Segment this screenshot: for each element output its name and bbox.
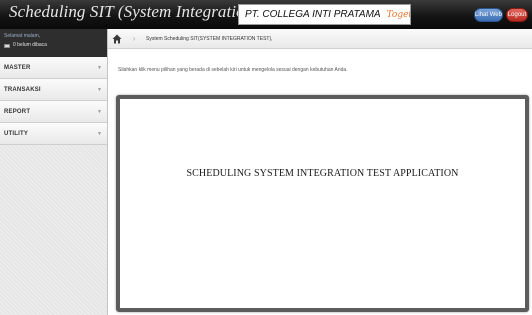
breadcrumb: › System Scheduling SIT(SYSTEM INTEGRATI… <box>108 29 532 49</box>
sidebar-item-master[interactable]: MASTER ▼ <box>0 57 107 79</box>
breadcrumb-separator-icon: › <box>132 34 136 43</box>
sidebar: Selamat malam, 0 belum dibaca MASTER ▼ T… <box>0 29 108 315</box>
sidebar-item-utility[interactable]: UTILITY ▼ <box>0 123 107 145</box>
unread-messages-link[interactable]: 0 belum dibaca <box>4 41 103 50</box>
sidebar-menu: MASTER ▼ TRANSAKSI ▼ REPORT ▼ UTILITY ▼ <box>0 57 107 145</box>
chevron-down-icon: ▼ <box>97 130 102 137</box>
sidebar-item-report[interactable]: REPORT ▼ <box>0 101 107 123</box>
mail-icon <box>4 43 10 48</box>
chevron-down-icon: ▼ <box>97 108 102 115</box>
breadcrumb-current: System Scheduling SIT(SYSTEM INTEGRATION… <box>146 35 273 42</box>
company-banner: PT. COLLEGA INTI PRATAMA Together, we ma… <box>238 4 411 25</box>
breadcrumb-home[interactable] <box>108 29 130 49</box>
sidebar-item-transaksi[interactable]: TRANSAKSI ▼ <box>0 79 107 101</box>
sidebar-item-label: TRANSAKSI <box>4 86 41 93</box>
sidebar-item-label: REPORT <box>4 108 31 115</box>
instruction-text: Silahkan klik menu pilihan yang berada d… <box>118 67 348 73</box>
sidebar-item-label: MASTER <box>4 64 31 71</box>
chevron-down-icon: ▼ <box>97 86 102 93</box>
content-panel: SCHEDULING SYSTEM INTEGRATION TEST APPLI… <box>116 95 529 312</box>
sidebar-item-label: UTILITY <box>4 130 29 137</box>
logout-button[interactable]: Logout <box>506 8 528 22</box>
company-tagline: Together, we make IT Better <box>386 9 410 20</box>
user-greeting: Selamat malam, <box>4 33 41 39</box>
lihat-web-button[interactable]: Lihat Web <box>474 8 503 22</box>
user-panel: Selamat malam, 0 belum dibaca <box>0 29 107 57</box>
main-content: › System Scheduling SIT(SYSTEM INTEGRATI… <box>108 29 532 315</box>
home-icon <box>112 34 122 43</box>
page-title: SCHEDULING SYSTEM INTEGRATION TEST APPLI… <box>186 168 459 179</box>
unread-messages-label: 0 belum dibaca <box>13 42 47 48</box>
app-header: Scheduling SIT (System Integration Test)… <box>0 0 532 29</box>
company-name: PT. COLLEGA INTI PRATAMA <box>245 9 381 20</box>
chevron-down-icon: ▼ <box>97 64 102 71</box>
